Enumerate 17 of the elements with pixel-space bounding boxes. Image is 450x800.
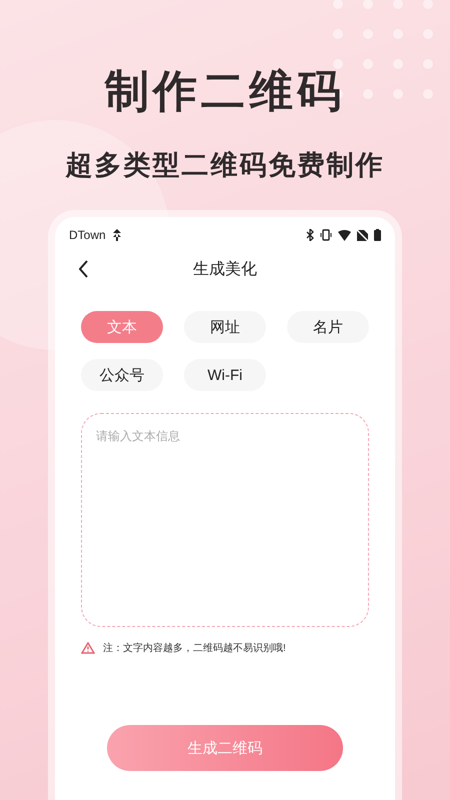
- carrier-name: DTown: [69, 228, 106, 242]
- type-tab[interactable]: 公众号: [81, 359, 163, 391]
- bluetooth-icon: [306, 229, 314, 241]
- type-tab[interactable]: 网址: [184, 311, 266, 343]
- vibrate-icon: [320, 229, 332, 241]
- wifi-icon: [338, 230, 351, 240]
- battery-icon: [374, 229, 381, 241]
- note-text: 注：文字内容越多，二维码越不易识别哦!: [103, 642, 286, 655]
- promo-subtitle: 超多类型二维码免费制作: [66, 149, 384, 182]
- type-tab[interactable]: Wi-Fi: [184, 359, 266, 391]
- promo-title: 制作二维码: [105, 66, 345, 118]
- no-sim-icon: [357, 230, 368, 240]
- page-title: 生成美化: [193, 260, 257, 280]
- type-tab[interactable]: 名片: [287, 311, 369, 343]
- warning-icon: [81, 642, 95, 654]
- back-icon[interactable]: [79, 260, 89, 278]
- text-input-field[interactable]: 请输入文本信息: [81, 413, 369, 627]
